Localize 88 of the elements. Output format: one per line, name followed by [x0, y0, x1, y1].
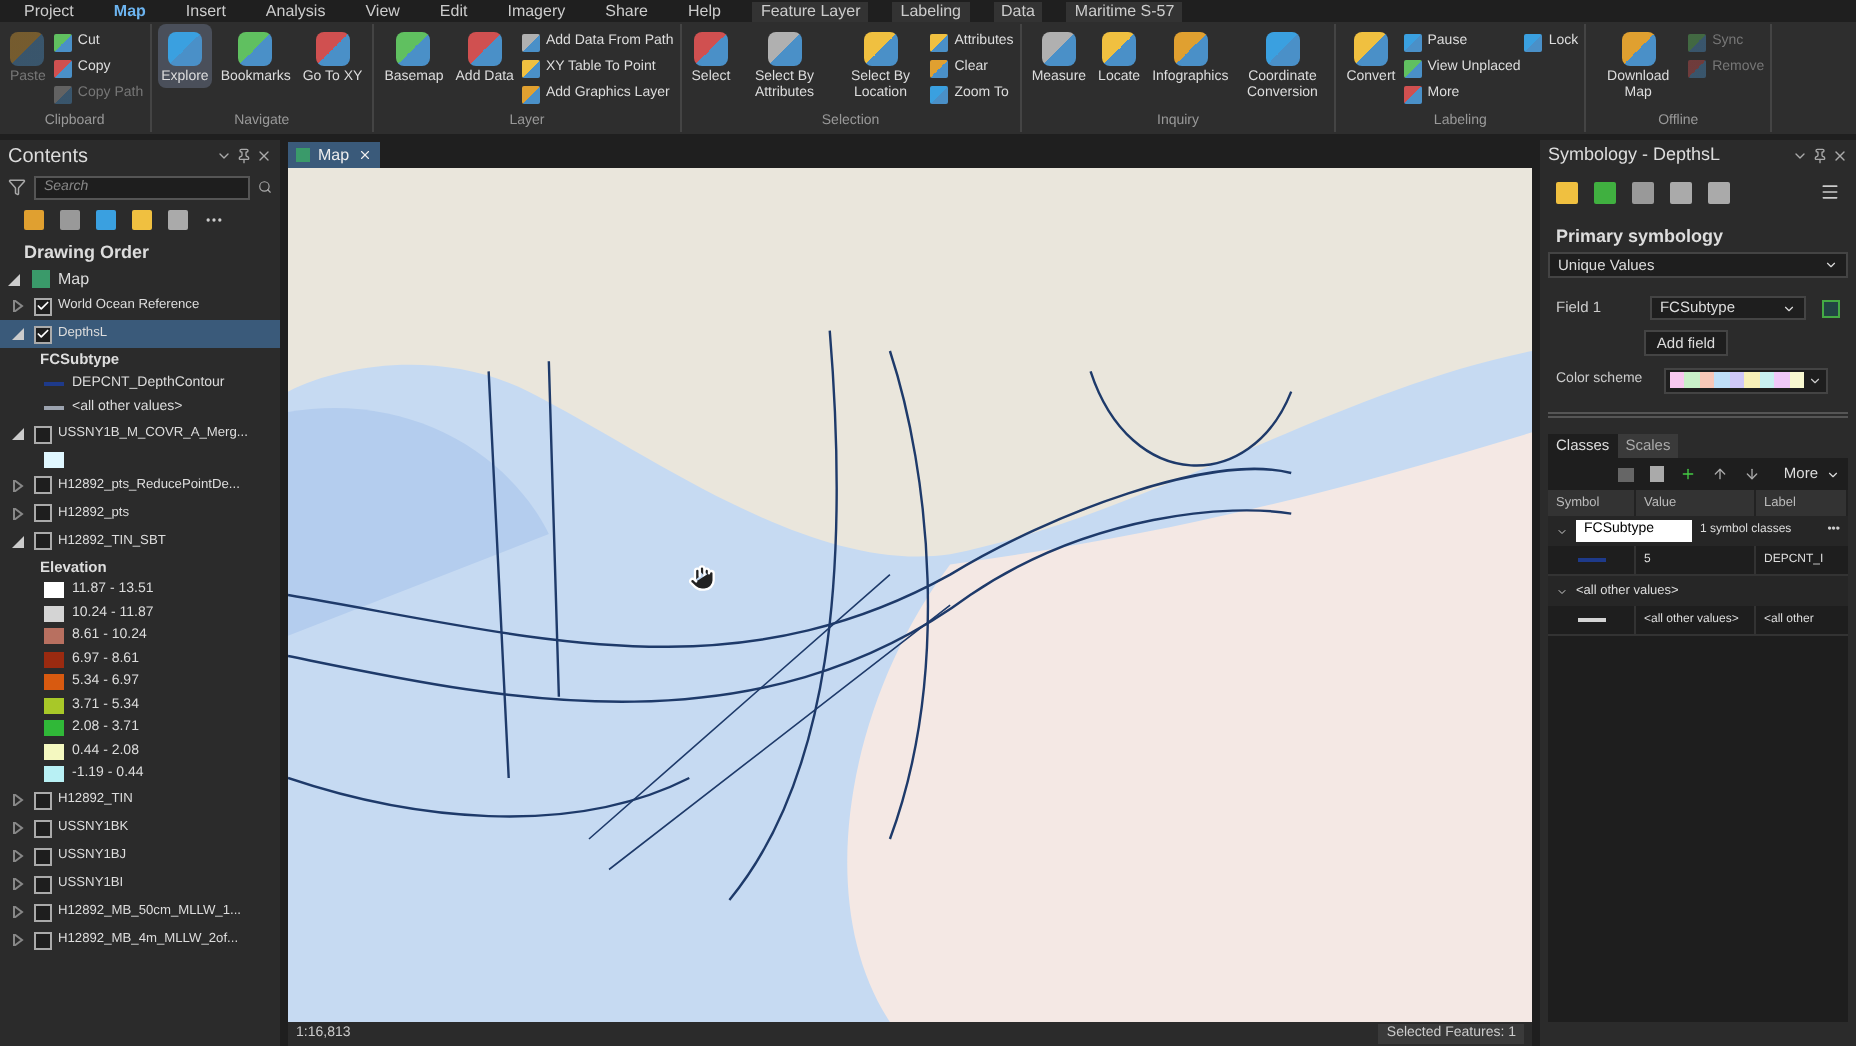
- collapsed-arrow-icon[interactable]: [12, 878, 28, 890]
- expanded-arrow-icon[interactable]: [12, 428, 28, 440]
- collapsed-arrow-icon[interactable]: [12, 300, 28, 312]
- expanded-arrow-icon[interactable]: [12, 328, 28, 340]
- symbology-tab-icon[interactable]: [1670, 181, 1692, 203]
- layer-checkbox[interactable]: [34, 325, 52, 343]
- filter-icon[interactable]: [8, 178, 26, 196]
- collapsed-arrow-icon[interactable]: [12, 934, 28, 946]
- layer-checkbox[interactable]: [34, 504, 52, 522]
- tool-icon: [10, 32, 45, 66]
- layer-checkbox[interactable]: [34, 875, 52, 893]
- dropdown-icon[interactable]: [1792, 148, 1808, 164]
- ribbon-tab[interactable]: View: [357, 2, 408, 22]
- layer-checkbox[interactable]: [34, 791, 52, 809]
- up-arrow-icon[interactable]: [1711, 466, 1728, 482]
- panel-title: Contents: [8, 143, 89, 171]
- color-scheme-dropdown[interactable]: [1664, 367, 1828, 393]
- ribbon-tab[interactable]: Labeling: [892, 2, 969, 22]
- add-icon[interactable]: [1679, 466, 1696, 482]
- caret-icon: [1824, 258, 1838, 272]
- ribbon-tab[interactable]: Edit: [431, 2, 476, 22]
- ribbon-tab[interactable]: Insert: [177, 2, 234, 22]
- collapsed-arrow-icon[interactable]: [12, 906, 28, 918]
- menu-icon[interactable]: [1820, 182, 1840, 202]
- map-icon: [32, 270, 50, 288]
- map-icon: [296, 148, 310, 162]
- ribbon-tab[interactable]: Share: [597, 2, 656, 22]
- symbol-line[interactable]: [1577, 618, 1605, 622]
- tool-icon: [238, 32, 273, 66]
- caret-icon: [1826, 467, 1840, 481]
- symbology-tab-icon[interactable]: [1632, 181, 1654, 203]
- tool-icon: [863, 32, 898, 66]
- tool-icon: [1524, 33, 1543, 51]
- ribbon-tab[interactable]: Help: [679, 2, 729, 22]
- symbology-tab-icon[interactable]: [1594, 181, 1616, 203]
- tool-icon: [396, 32, 431, 66]
- tool-icon: [467, 32, 502, 66]
- tool-icon: [1041, 32, 1076, 66]
- ribbon-tab[interactable]: Feature Layer: [752, 2, 869, 22]
- tool-icon: [694, 32, 728, 66]
- tool-icon: [1353, 32, 1388, 66]
- caret-icon: [1808, 373, 1822, 387]
- panel-title: Symbology - DepthsL: [1548, 142, 1721, 169]
- layer-checkbox[interactable]: [34, 297, 52, 315]
- symbology-tab-icon[interactable]: [1556, 181, 1578, 203]
- collapsed-arrow-icon[interactable]: [12, 479, 28, 491]
- ribbon-tab[interactable]: Project: [16, 2, 82, 22]
- caret-icon: [1782, 301, 1797, 315]
- map-name: Map: [58, 267, 90, 291]
- close-icon[interactable]: [1832, 148, 1848, 164]
- pin-icon[interactable]: [1812, 148, 1828, 164]
- tool-icon: [167, 32, 202, 66]
- collapsed-arrow-icon[interactable]: [12, 850, 28, 862]
- pin-icon[interactable]: [236, 148, 252, 164]
- expanded-arrow-icon[interactable]: [8, 273, 24, 285]
- hand-cursor-icon: [688, 564, 716, 592]
- layer-checkbox[interactable]: [34, 819, 52, 837]
- layer-checkbox[interactable]: [34, 931, 52, 949]
- layer-checkbox[interactable]: [34, 903, 52, 921]
- dropdown-icon[interactable]: [216, 148, 232, 164]
- ribbon-tab[interactable]: Maritime S-57: [1066, 2, 1183, 22]
- layer-checkbox[interactable]: [34, 847, 52, 865]
- ribbon-tab[interactable]: Imagery: [499, 2, 574, 22]
- down-arrow-icon[interactable]: [1743, 466, 1760, 482]
- tool-icon: [1621, 32, 1656, 66]
- tool-icon: [315, 32, 350, 66]
- collapsed-arrow-icon[interactable]: [12, 507, 28, 519]
- map-tab[interactable]: Map: [288, 142, 380, 168]
- collapsed-arrow-icon[interactable]: [12, 822, 28, 834]
- search-icon[interactable]: [258, 180, 272, 194]
- section-heading: Drawing Order: [22, 240, 152, 266]
- ribbon-tab[interactable]: Analysis: [257, 2, 334, 22]
- tool-icon: [1102, 32, 1137, 66]
- symbology-tab-icon[interactable]: [1708, 181, 1730, 203]
- section-heading: Primary symbology: [1554, 224, 1726, 250]
- collapse-icon[interactable]: [1556, 525, 1568, 537]
- tool-icon: [1173, 32, 1208, 66]
- collapse-icon[interactable]: [1556, 585, 1568, 597]
- ribbon-tab[interactable]: Data: [993, 2, 1043, 22]
- close-icon[interactable]: [256, 148, 272, 164]
- layer-checkbox[interactable]: [34, 476, 52, 494]
- layer-checkbox[interactable]: [34, 532, 52, 550]
- expanded-arrow-icon[interactable]: [12, 535, 28, 547]
- tool-icon: [767, 32, 802, 66]
- tool-icon: [1265, 32, 1300, 66]
- collapsed-arrow-icon[interactable]: [12, 794, 28, 806]
- layer-checkbox[interactable]: [34, 425, 52, 443]
- ribbon-tab[interactable]: Map: [105, 2, 154, 22]
